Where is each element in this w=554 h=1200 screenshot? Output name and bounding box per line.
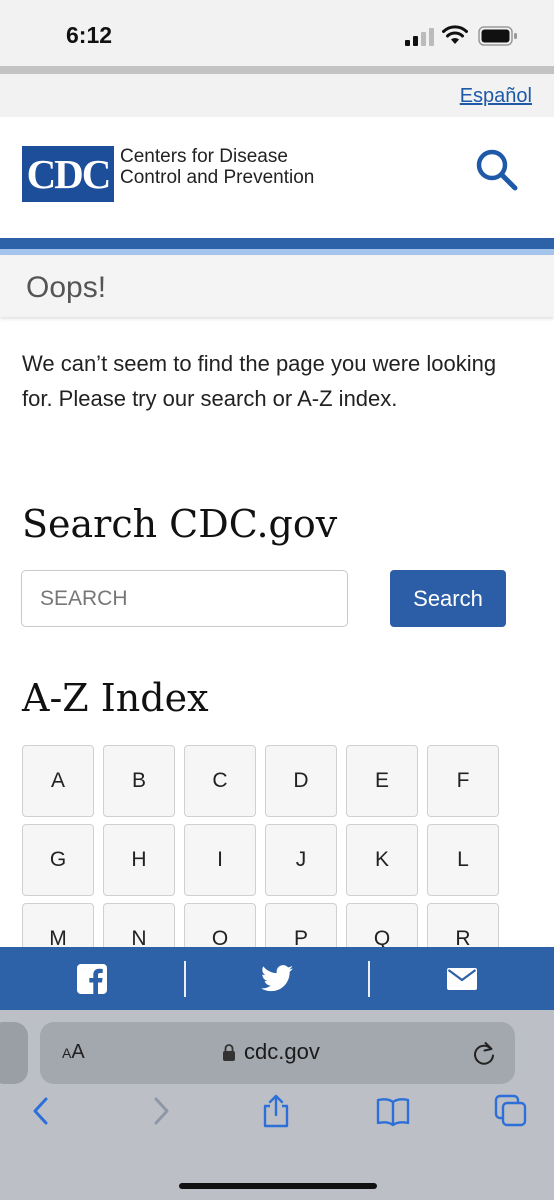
home-indicator[interactable] bbox=[179, 1183, 377, 1189]
reload-icon[interactable] bbox=[472, 1040, 496, 1066]
reader-aa-button[interactable]: AA bbox=[62, 1041, 85, 1064]
previous-tab-edge[interactable] bbox=[0, 1022, 28, 1084]
site-header: CDC Centers for Disease Control and Prev… bbox=[0, 117, 554, 238]
az-letter-d[interactable]: D bbox=[265, 745, 337, 817]
tabs-icon[interactable] bbox=[494, 1094, 528, 1128]
org-name-line1: Centers for Disease bbox=[120, 146, 288, 167]
address-bar[interactable]: AA cdc.gov bbox=[40, 1022, 515, 1084]
az-letter-j[interactable]: J bbox=[265, 824, 337, 896]
az-letter-b[interactable]: B bbox=[103, 745, 175, 817]
cellular-signal-icon bbox=[405, 28, 434, 46]
facebook-icon bbox=[77, 963, 107, 994]
espanol-link[interactable]: Español bbox=[460, 85, 532, 108]
az-letter-h[interactable]: H bbox=[103, 824, 175, 896]
az-letter-f[interactable]: F bbox=[427, 745, 499, 817]
status-time: 6:12 bbox=[66, 22, 113, 48]
az-letter-k[interactable]: K bbox=[346, 824, 418, 896]
az-letter-g[interactable]: G bbox=[22, 824, 94, 896]
forward-icon[interactable] bbox=[144, 1094, 178, 1128]
lock-icon bbox=[223, 1044, 235, 1061]
wifi-icon bbox=[442, 25, 468, 44]
az-index-heading: A-Z Index bbox=[22, 676, 209, 720]
az-letter-i[interactable]: I bbox=[184, 824, 256, 896]
page-title: Oops! bbox=[26, 271, 107, 304]
not-found-message: We can’t seem to find the page you were … bbox=[22, 351, 497, 411]
email-icon bbox=[447, 967, 477, 990]
language-bar: Español bbox=[0, 74, 554, 117]
cdc-logo[interactable]: CDC bbox=[22, 146, 114, 202]
az-letter-e[interactable]: E bbox=[346, 745, 418, 817]
az-letter-c[interactable]: C bbox=[184, 745, 256, 817]
back-icon[interactable] bbox=[24, 1094, 58, 1128]
url-display[interactable]: cdc.gov bbox=[222, 1039, 320, 1065]
page-title-bar: Oops! bbox=[0, 255, 554, 317]
az-letter-a[interactable]: A bbox=[22, 745, 94, 817]
az-letter-l[interactable]: L bbox=[427, 824, 499, 896]
facebook-share-button[interactable] bbox=[0, 947, 184, 1010]
battery-icon bbox=[478, 26, 517, 46]
search-heading: Search CDC.gov bbox=[22, 502, 338, 546]
share-icon[interactable] bbox=[259, 1094, 293, 1128]
share-bar bbox=[0, 947, 554, 1010]
org-name-line2: Control and Prevention bbox=[120, 167, 315, 188]
email-share-button[interactable] bbox=[370, 947, 554, 1010]
az-index-grid: A B C D E F G H I J K L M N O P Q R bbox=[22, 745, 502, 975]
status-bar: 6:12 bbox=[0, 0, 554, 66]
search-icon[interactable] bbox=[474, 147, 520, 193]
header-blue-rule bbox=[0, 238, 554, 249]
bookmarks-icon[interactable] bbox=[376, 1094, 410, 1128]
top-divider bbox=[0, 66, 554, 74]
search-button[interactable]: Search bbox=[390, 570, 506, 627]
org-name[interactable]: Centers for Disease Control and Preventi… bbox=[120, 146, 314, 188]
twitter-icon bbox=[261, 965, 293, 992]
search-input[interactable] bbox=[21, 570, 348, 627]
url-text: cdc.gov bbox=[244, 1039, 320, 1064]
twitter-share-button[interactable] bbox=[185, 947, 369, 1010]
